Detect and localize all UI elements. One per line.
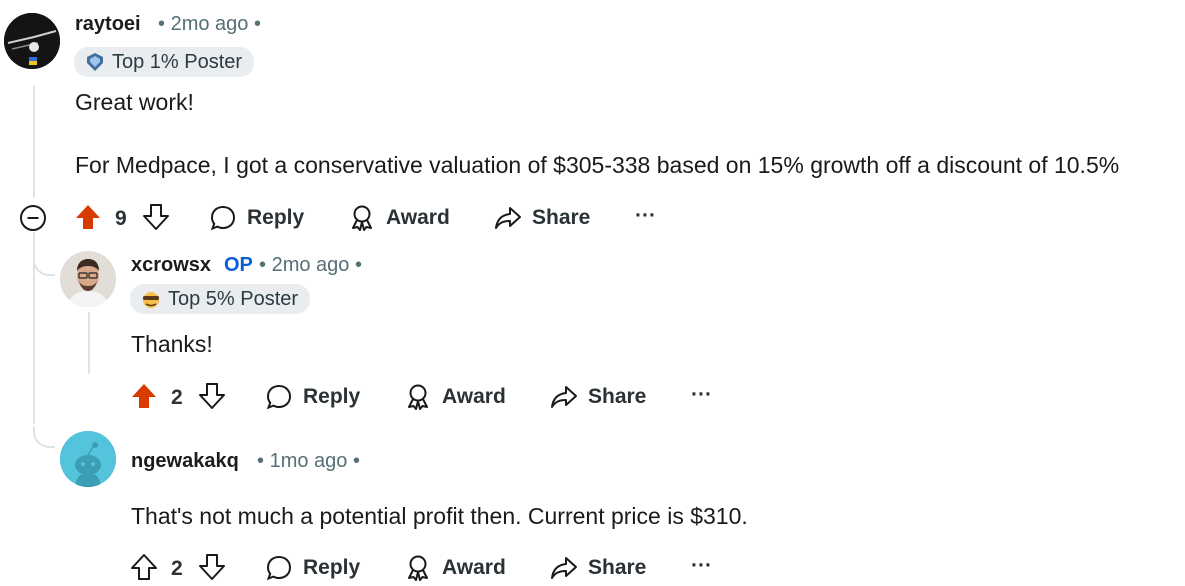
award-button[interactable]: Award <box>404 383 506 411</box>
share-arrow-icon <box>495 207 521 229</box>
chat-bubble-icon <box>266 384 292 410</box>
flair-badge-icon <box>87 53 103 71</box>
downvote-arrow-icon <box>143 204 169 230</box>
comment-meta: • 2mo ago • <box>259 254 362 277</box>
user-flair: Top 5% Poster <box>130 284 311 314</box>
comment-meta: • 2mo ago • <box>158 13 261 36</box>
thread-line-reply <box>88 312 90 374</box>
upvote-arrow-icon <box>76 205 100 229</box>
share-arrow-icon <box>551 386 577 408</box>
user-flair: Top 1% Poster <box>74 47 255 77</box>
username[interactable]: raytoei <box>75 13 141 36</box>
separator-dot: • <box>354 254 362 276</box>
reply-button[interactable]: Reply <box>265 383 360 411</box>
comment-body-line: For Medpace, I got a conservative valuat… <box>75 152 1120 178</box>
more-options-button[interactable]: ··· <box>635 204 656 228</box>
separator-dot: • <box>253 13 261 35</box>
downvote-arrow-icon <box>199 554 225 580</box>
avatar[interactable] <box>60 251 116 307</box>
share-button[interactable]: Share <box>550 383 646 411</box>
award-ribbon-icon <box>408 555 428 581</box>
reply-label: Reply <box>303 556 361 579</box>
separator-dot: • <box>257 450 265 472</box>
chat-bubble-icon <box>266 555 292 581</box>
comment-meta: • 1mo ago • <box>257 450 360 473</box>
award-button[interactable]: Award <box>404 554 506 582</box>
upvote-button[interactable] <box>130 382 158 415</box>
avatar[interactable] <box>4 13 60 69</box>
username[interactable]: xcrowsx <box>131 254 211 277</box>
upvote-arrow-icon <box>131 554 157 580</box>
avatar-image-icon <box>60 251 116 307</box>
more-options-button[interactable]: ··· <box>691 554 712 578</box>
award-label: Award <box>442 385 506 408</box>
share-label: Share <box>588 385 647 408</box>
downvote-button[interactable] <box>198 553 226 586</box>
award-ribbon-icon <box>408 384 428 410</box>
vote-count: 2 <box>171 557 183 580</box>
share-label: Share <box>588 556 647 579</box>
reply-label: Reply <box>303 385 361 408</box>
award-label: Award <box>386 206 450 229</box>
avatar[interactable] <box>60 431 116 487</box>
separator-dot: • <box>158 13 166 35</box>
upvote-button[interactable] <box>74 203 102 236</box>
thread-branch-1 <box>33 254 55 276</box>
share-arrow-icon <box>551 557 577 579</box>
chat-bubble-icon <box>210 205 236 231</box>
separator-dot: • <box>352 450 360 472</box>
collapse-button[interactable] <box>19 204 47 232</box>
upvote-arrow-icon <box>132 384 156 408</box>
timestamp[interactable]: 1mo ago <box>270 450 348 472</box>
flair-badge-icon <box>143 292 159 308</box>
timestamp[interactable]: 2mo ago <box>171 13 249 35</box>
username[interactable]: ngewakakq <box>131 450 239 473</box>
reply-button[interactable]: Reply <box>265 554 360 582</box>
vote-count: 2 <box>171 386 183 409</box>
reply-label: Reply <box>247 206 305 229</box>
comment-body-line: Great work! <box>75 89 194 115</box>
upvote-button[interactable] <box>130 553 158 586</box>
thread-branch-2 <box>33 426 55 448</box>
more-options-button[interactable]: ··· <box>691 383 712 407</box>
award-label: Award <box>442 556 506 579</box>
share-label: Share <box>532 206 591 229</box>
reply-button[interactable]: Reply <box>209 204 304 232</box>
avatar-image-icon <box>4 13 60 69</box>
share-button[interactable]: Share <box>550 554 646 582</box>
timestamp[interactable]: 2mo ago <box>272 254 350 276</box>
comment-body-line: Thanks! <box>131 331 213 357</box>
downvote-arrow-icon <box>199 383 225 409</box>
thread-line-main <box>33 86 35 198</box>
downvote-button[interactable] <box>142 203 170 236</box>
snoo-avatar-icon <box>60 431 116 487</box>
downvote-button[interactable] <box>198 382 226 415</box>
flair-label: Top 1% Poster <box>112 50 243 73</box>
vote-count: 9 <box>115 207 127 230</box>
op-badge: OP <box>224 254 253 276</box>
separator-dot: • <box>259 254 267 276</box>
collapse-minus-icon <box>20 205 46 231</box>
share-button[interactable]: Share <box>494 204 590 232</box>
award-button[interactable]: Award <box>348 204 450 232</box>
comment-body-line: That's not much a potential profit then.… <box>131 503 748 529</box>
flair-label: Top 5% Poster <box>168 287 299 310</box>
award-ribbon-icon <box>352 205 372 231</box>
